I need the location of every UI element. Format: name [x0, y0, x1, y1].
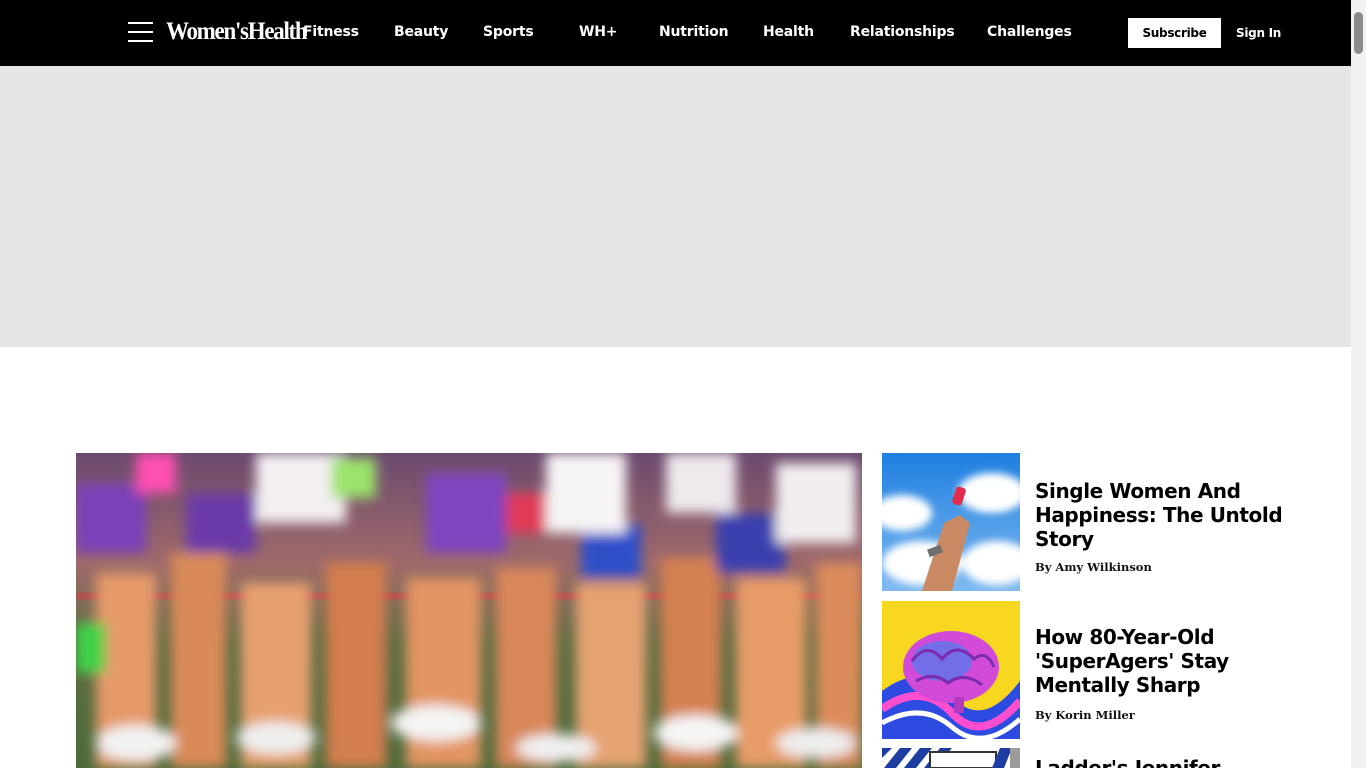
subscribe-button[interactable]: Subscribe	[1128, 18, 1221, 48]
nav-link-relationships[interactable]: Relationships	[850, 22, 955, 42]
scrollbar-thumb[interactable]	[1354, 12, 1363, 54]
site-logo[interactable]: Women'sHealth	[166, 18, 308, 46]
story-thumbnail[interactable]	[882, 601, 1020, 739]
hamburger-menu-icon[interactable]	[128, 20, 154, 44]
story-card[interactable]: How 80-Year-Old 'SuperAgers' Stay Mental…	[882, 601, 1282, 739]
sign-in-link[interactable]: Sign In	[1236, 24, 1281, 42]
nav-link-wh-plus[interactable]: WH+	[579, 22, 617, 42]
story-card[interactable]: Ladder's Jennifer	[882, 748, 1282, 768]
story-byline: By Korin Miller	[1035, 708, 1135, 722]
story-headline[interactable]: Ladder's Jennifer	[1035, 756, 1282, 768]
story-byline: By Amy Wilkinson	[1035, 560, 1152, 574]
hand-pill-sky-image	[882, 453, 1020, 591]
brain-illustration-image	[882, 601, 1020, 739]
nav-link-sports[interactable]: Sports	[483, 22, 534, 42]
nav-link-beauty[interactable]: Beauty	[394, 22, 448, 42]
nav-link-fitness[interactable]: Fitness	[303, 22, 359, 42]
story-headline[interactable]: How 80-Year-Old 'SuperAgers' Stay Mental…	[1035, 625, 1285, 697]
advertisement-placeholder	[0, 66, 1351, 347]
page-scrollbar[interactable]	[1351, 0, 1366, 768]
nav-link-challenges[interactable]: Challenges	[987, 22, 1072, 42]
striped-graphic-image	[882, 748, 1020, 768]
hero-image[interactable]	[76, 453, 862, 768]
story-card[interactable]: Single Women And Happiness: The Untold S…	[882, 453, 1285, 591]
nav-link-nutrition[interactable]: Nutrition	[659, 22, 729, 42]
story-thumbnail[interactable]	[882, 453, 1020, 591]
top-navigation-bar: Women'sHealth Fitness Beauty Sports WH+ …	[0, 0, 1351, 66]
runners-photo	[76, 453, 862, 768]
nav-link-health[interactable]: Health	[763, 22, 814, 42]
story-thumbnail[interactable]	[882, 748, 1020, 768]
story-headline[interactable]: Single Women And Happiness: The Untold S…	[1035, 479, 1285, 551]
